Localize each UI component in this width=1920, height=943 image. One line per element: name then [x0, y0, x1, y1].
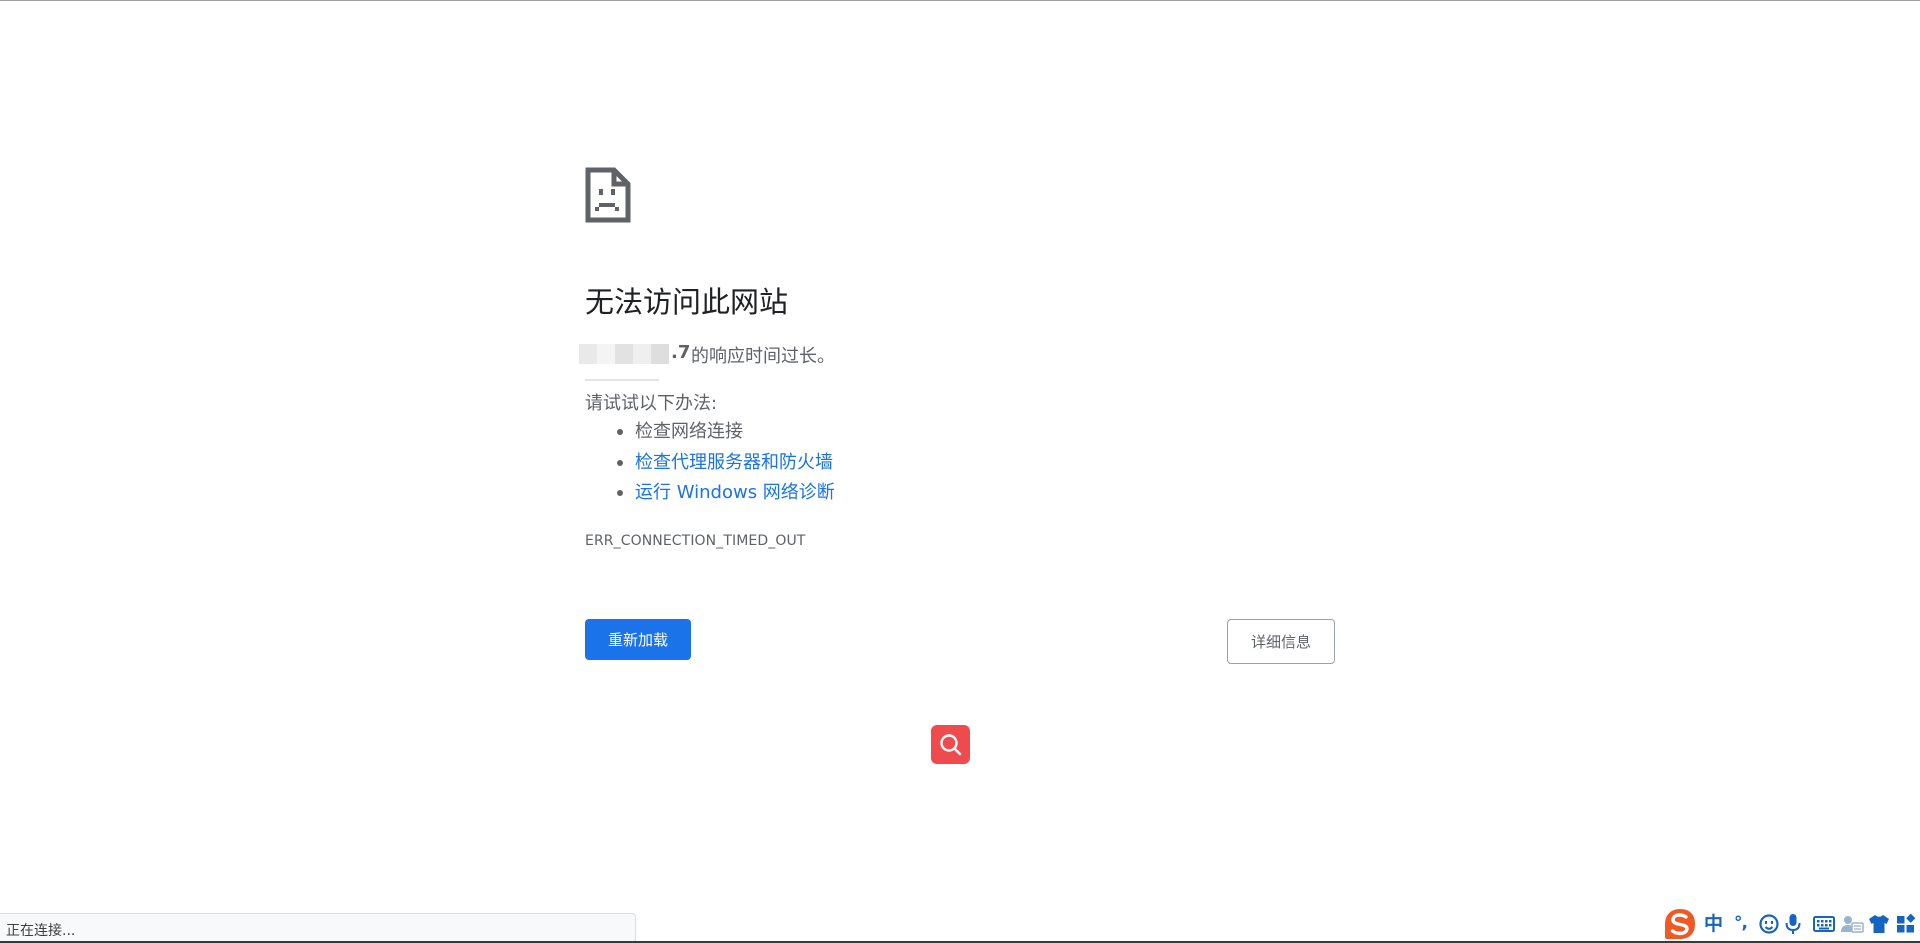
hostname-mosaic — [579, 344, 669, 364]
window-top-border — [0, 0, 1920, 1]
skin-shirt-icon[interactable] — [1868, 912, 1890, 936]
status-bubble: 正在连接... — [0, 913, 636, 943]
bullet-dot — [617, 459, 623, 466]
summary-text: 的响应时间过长。 — [691, 346, 835, 367]
details-button[interactable]: 详细信息 — [1227, 619, 1335, 664]
user-card-icon[interactable] — [1840, 912, 1864, 936]
sad-file-icon — [585, 167, 631, 223]
bullet-dot — [617, 490, 623, 496]
keyboard-icon[interactable] — [1813, 912, 1835, 936]
bullet-dot — [617, 429, 623, 435]
reload-button[interactable]: 重新加载 — [585, 619, 691, 660]
toolbox-grid-icon[interactable] — [1895, 912, 1917, 936]
check-proxy-firewall-link[interactable]: 检查代理服务器和防火墙 — [635, 452, 833, 473]
ime-punctuation-toggle[interactable]: °, — [1734, 912, 1748, 936]
suggestions-list: 检查网络连接 检查代理服务器和防火墙 运行 Windows 网络诊断 — [585, 417, 835, 509]
ime-language-toggle[interactable]: 中 — [1704, 912, 1723, 936]
error-code: ERR_CONNECTION_TIMED_OUT — [585, 533, 806, 549]
suggestions-heading: 请试试以下办法: — [585, 393, 718, 414]
suggestion-check-proxy[interactable]: 检查代理服务器和防火墙 — [585, 448, 835, 479]
windows-network-diagnostics-link[interactable]: 运行 Windows 网络诊断 — [635, 482, 835, 503]
suggestion-run-diagnostics[interactable]: 运行 Windows 网络诊断 — [585, 478, 835, 509]
ime-toolbar: 中 °, — [1660, 906, 1920, 941]
suggestion-label: 检查网络连接 — [635, 421, 743, 442]
magnifier-icon — [940, 734, 962, 756]
page-title: 无法访问此网站 — [585, 285, 789, 319]
floating-search-button[interactable] — [931, 725, 970, 764]
emoji-face-icon[interactable] — [1758, 912, 1780, 936]
sogou-logo-icon[interactable] — [1663, 907, 1697, 941]
status-text: 正在连接... — [6, 923, 76, 939]
microphone-icon[interactable] — [1784, 912, 1802, 936]
suggestion-check-network: 检查网络连接 — [585, 417, 835, 448]
hostname-underline — [585, 379, 659, 381]
hostname-suffix: .7 — [671, 342, 691, 363]
